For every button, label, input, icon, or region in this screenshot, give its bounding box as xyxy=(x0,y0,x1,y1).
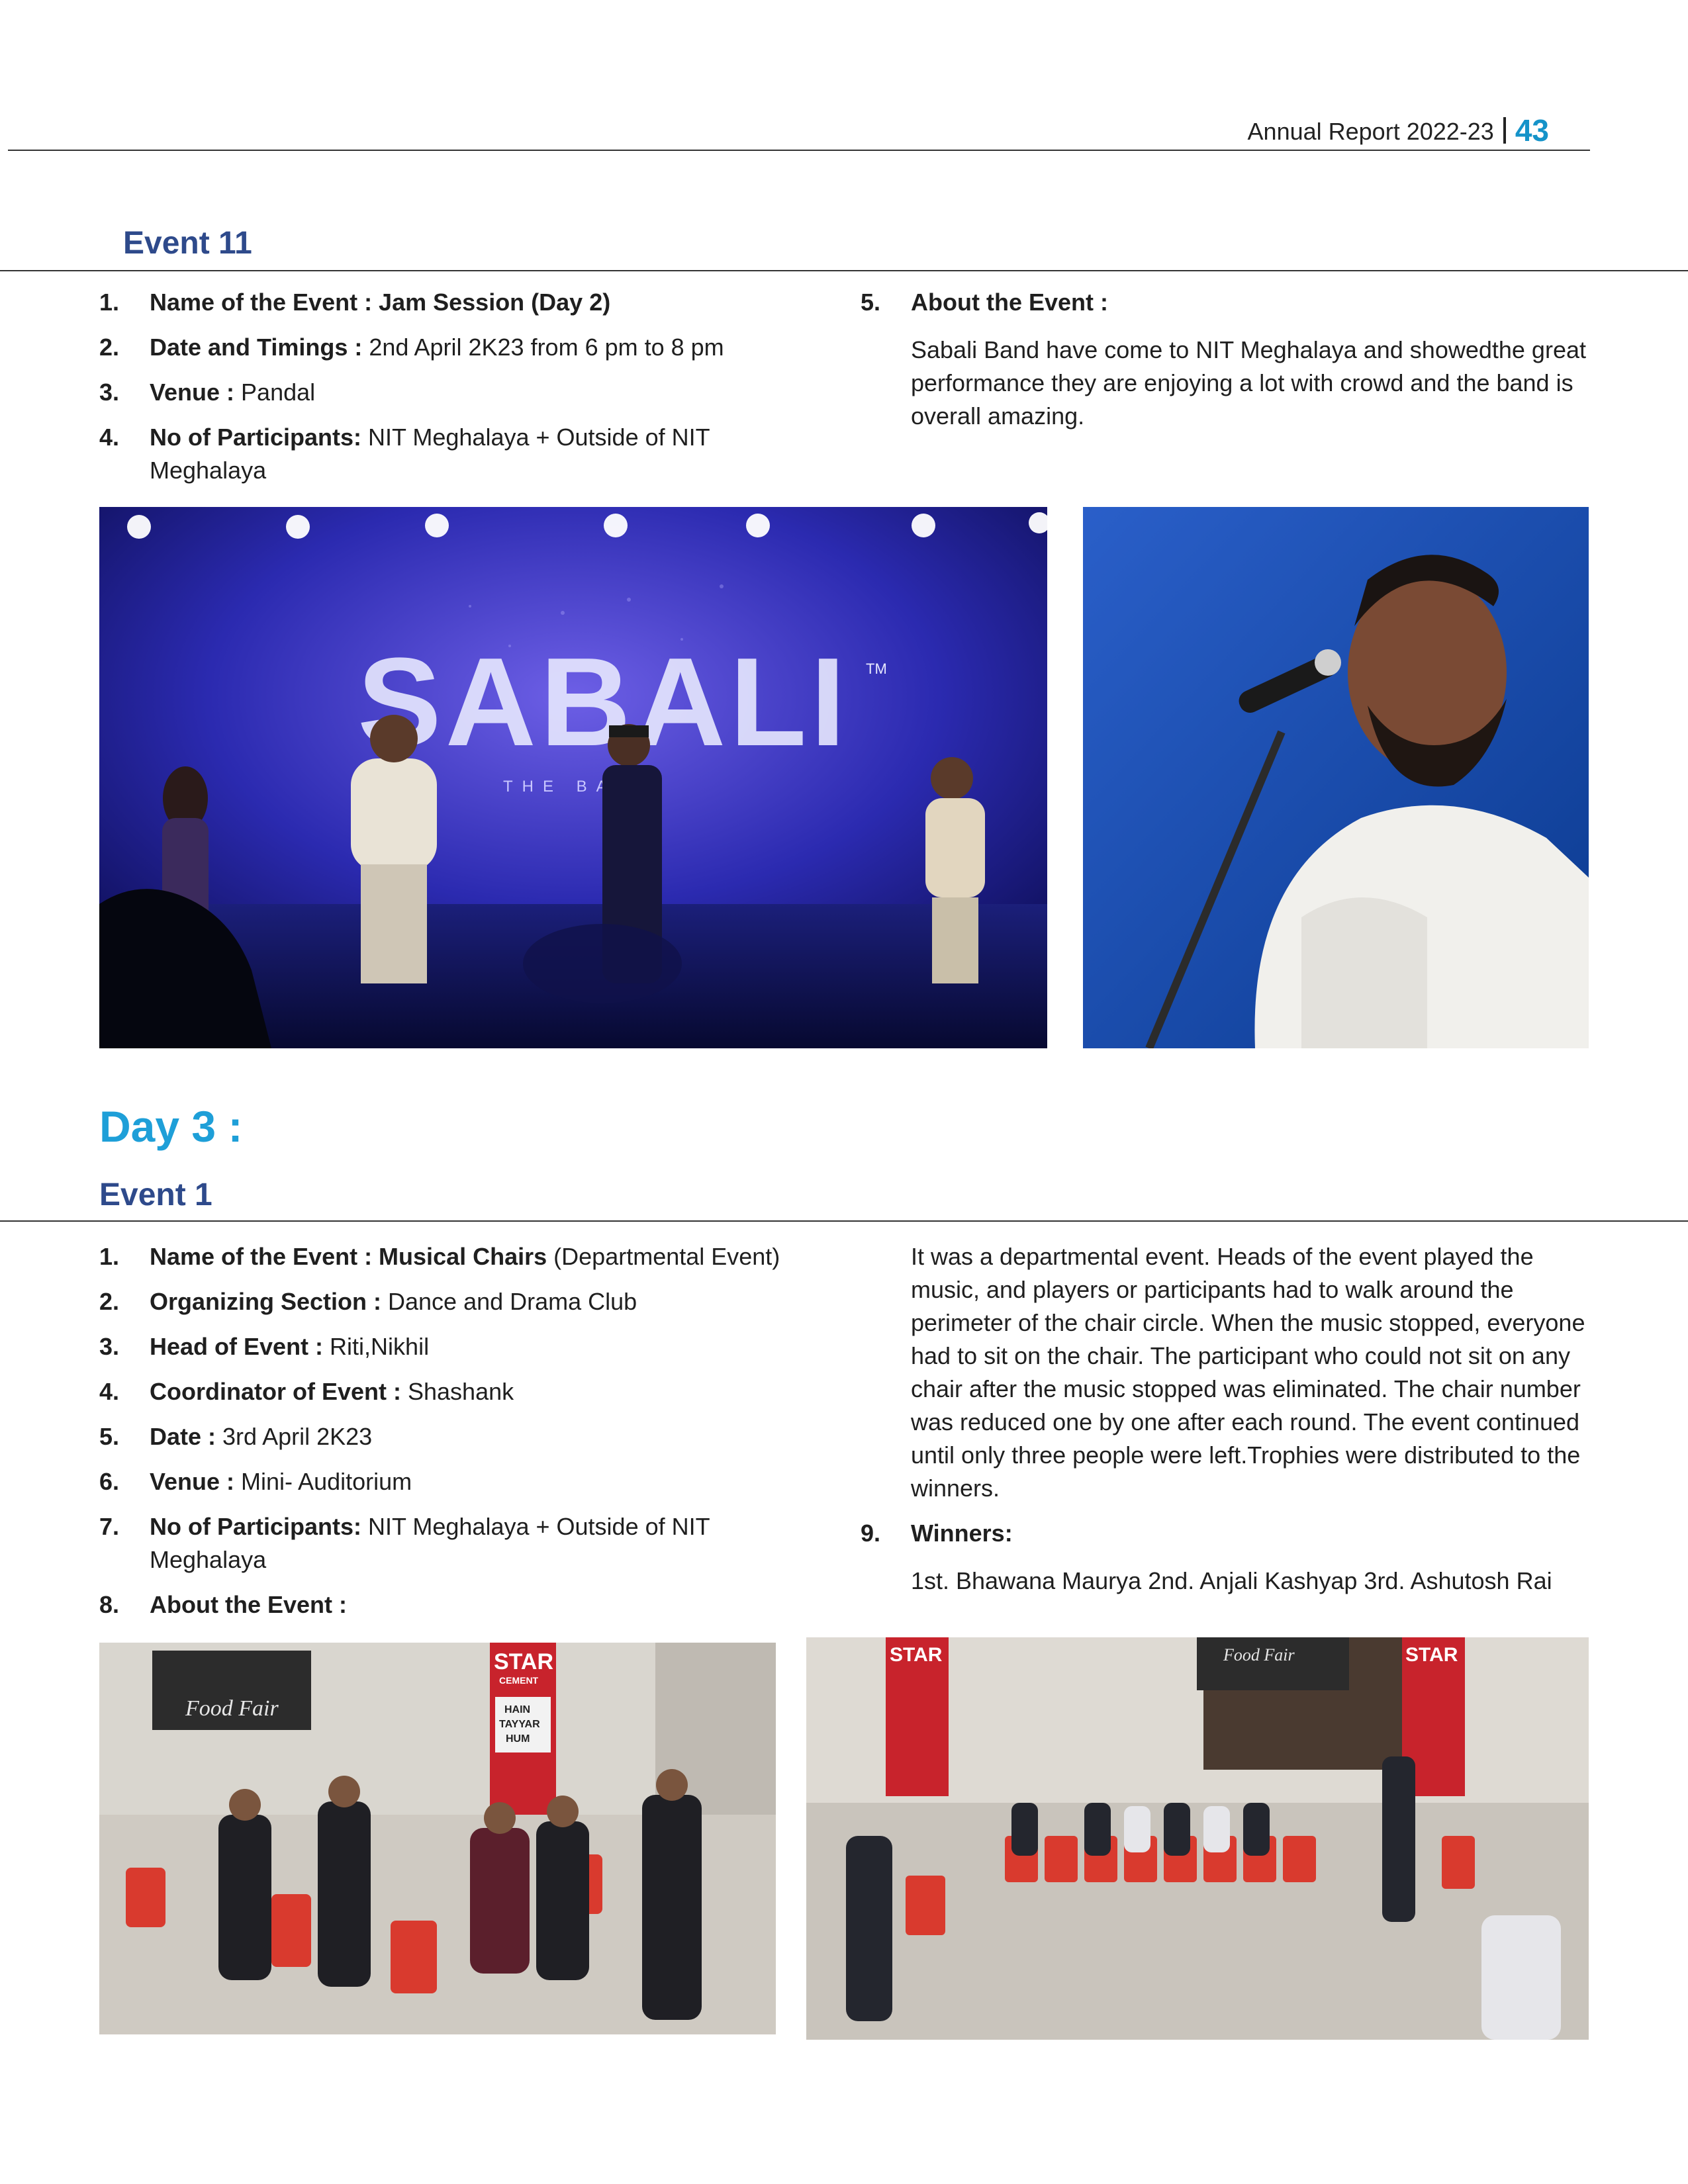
musical-chairs-photo-2: Food Fair STAR STAR xyxy=(806,1637,1589,2040)
item-number: 8. xyxy=(99,1591,120,1618)
section-rule xyxy=(0,1220,1688,1222)
item-label: Name of the Event : Jam Session (Day 2) xyxy=(150,289,611,316)
list-item: 7. No of Participants: NIT Meghalaya + Ou… xyxy=(99,1510,798,1576)
event-11-about-text: Sabali Band have come to NIT Meghalaya a… xyxy=(911,336,1586,430)
item-label: Date : xyxy=(150,1423,216,1450)
item-value: Mini- Auditorium xyxy=(234,1468,412,1495)
event-1-winners: 9. Winners: xyxy=(861,1517,1595,1562)
banner-slogan-2: TAYYAR xyxy=(499,1719,540,1730)
banner-slogan-3: HUM xyxy=(506,1733,530,1745)
item-label: Date and Timings : xyxy=(150,334,363,361)
list-item: 6. Venue : Mini- Auditorium xyxy=(99,1465,827,1498)
item-number: 3. xyxy=(99,379,120,406)
list-item: 5. About the Event : xyxy=(861,286,1589,319)
banner-brand-sub: CEMENT xyxy=(499,1675,539,1686)
event-11-about: 5. About the Event : xyxy=(861,286,1589,331)
item-label: No of Participants: xyxy=(150,424,362,451)
header-divider xyxy=(1503,117,1506,144)
page-number: 43 xyxy=(1515,113,1549,148)
item-number: 6. xyxy=(99,1468,120,1495)
item-number: 1. xyxy=(99,289,120,316)
item-label: About the Event : xyxy=(911,289,1108,316)
item-label: Head of Event : xyxy=(150,1333,324,1360)
day-3-title: Day 3 : xyxy=(99,1102,243,1151)
list-item: 1. Name of the Event : Musical Chairs (De… xyxy=(99,1240,827,1273)
item-number: 4. xyxy=(99,1378,120,1405)
item-number: 2. xyxy=(99,334,120,361)
singer-portrait-photo xyxy=(1083,507,1589,1048)
item-number: 9. xyxy=(861,1520,881,1547)
item-number: 2. xyxy=(99,1288,120,1315)
item-number: 1. xyxy=(99,1243,120,1270)
sabali-sign: SABALI xyxy=(357,632,849,772)
concert-stage-photo: SABALI TM THE BAND xyxy=(99,507,1047,1048)
event-1-details: 1. Name of the Event : Musical Chairs (De… xyxy=(99,1240,827,1633)
item-label: Name of the Event : Musical Chairs xyxy=(150,1243,547,1270)
list-item: 2. Date and Timings : 2nd April 2K23 from… xyxy=(99,331,748,364)
section-rule xyxy=(0,270,1688,271)
event-11-details: 1. Name of the Event : Jam Session (Day 2… xyxy=(99,286,748,499)
item-value: Dance and Drama Club xyxy=(381,1288,637,1315)
item-number: 5. xyxy=(99,1423,120,1450)
item-value: Riti,Nikhil xyxy=(323,1333,430,1360)
food-fair-banner-2: Food Fair xyxy=(1223,1645,1295,1664)
item-label: Coordinator of Event : xyxy=(150,1378,401,1405)
list-item: 4. No of Participants: NIT Meghalaya + Ou… xyxy=(99,421,748,487)
item-number: 7. xyxy=(99,1513,120,1540)
report-title: Annual Report 2022-23 xyxy=(1247,118,1494,145)
item-label: Organizing Section : xyxy=(150,1288,382,1315)
event-11-title: Event 11 xyxy=(123,226,252,261)
banner-slogan-1: HAIN xyxy=(504,1704,530,1715)
list-item: 4. Coordinator of Event : Shashank xyxy=(99,1375,827,1408)
banner-brand-2: STAR xyxy=(1405,1644,1458,1666)
item-value: (Departmental Event) xyxy=(547,1243,780,1270)
item-number: 4. xyxy=(99,424,120,451)
item-number: 5. xyxy=(861,289,881,316)
banner-brand: STAR xyxy=(494,1649,553,1674)
list-item: 5. Date : 3rd April 2K23 xyxy=(99,1420,827,1453)
day-3-event-1-title: Event 1 xyxy=(99,1177,212,1212)
list-item: 1. Name of the Event : Jam Session (Day 2… xyxy=(99,286,748,319)
item-label: Venue : xyxy=(150,379,235,406)
item-label: About the Event : xyxy=(150,1591,347,1618)
musical-chairs-photo-1: Food Fair STAR CEMENT HAIN TAYYAR HUM xyxy=(99,1643,776,2034)
item-value: 2nd April 2K23 from 6 pm to 8 pm xyxy=(362,334,724,361)
item-value: Shashank xyxy=(401,1378,514,1405)
item-label: No of Participants: xyxy=(150,1513,362,1540)
event-1-about-text: It was a departmental event. Heads of th… xyxy=(911,1243,1585,1502)
item-number: 3. xyxy=(99,1333,120,1360)
list-item: 3. Venue : Pandal xyxy=(99,376,748,409)
item-value: Pandal xyxy=(234,379,316,406)
item-value: 3rd April 2K23 xyxy=(216,1423,373,1450)
food-fair-banner: Food Fair xyxy=(185,1696,279,1721)
list-item: 9. Winners: xyxy=(861,1517,1595,1550)
page-header: Annual Report 2022-23 43 xyxy=(1248,113,1549,148)
list-item: 2. Organizing Section : Dance and Drama C… xyxy=(99,1285,827,1318)
winners-text: 1st. Bhawana Maurya 2nd. Anjali Kashyap … xyxy=(911,1567,1552,1594)
item-label: Venue : xyxy=(150,1468,235,1495)
item-label: Winners: xyxy=(911,1520,1013,1547)
list-item: 8. About the Event : xyxy=(99,1588,827,1621)
list-item: 3. Head of Event : Riti,Nikhil xyxy=(99,1330,827,1363)
banner-brand-3: STAR xyxy=(890,1644,943,1666)
trademark-mark: TM xyxy=(866,660,887,677)
header-rule xyxy=(8,150,1590,151)
